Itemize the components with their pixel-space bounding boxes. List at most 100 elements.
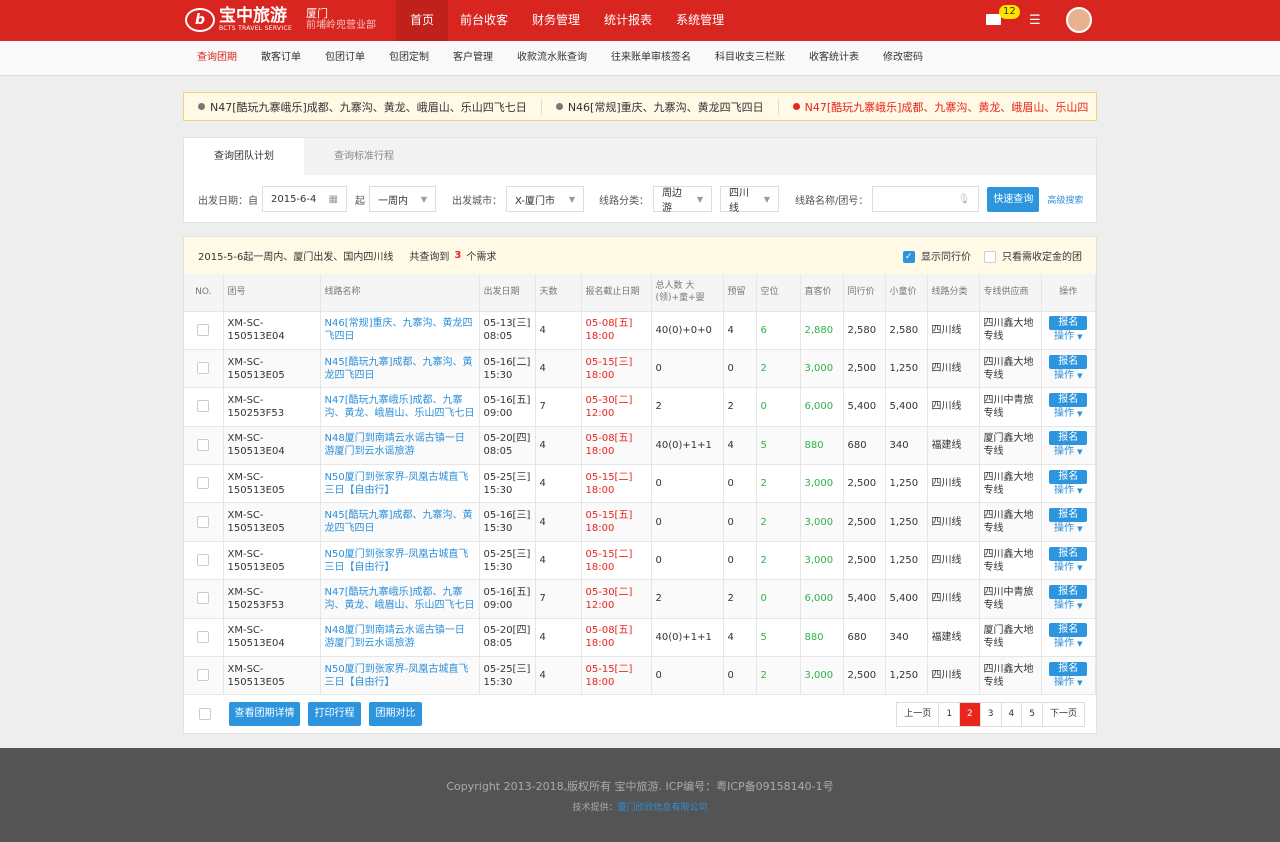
category-select[interactable]: 周边游 ▼ xyxy=(653,186,712,214)
subnav-item[interactable]: 包团定制 xyxy=(377,41,441,75)
nav-home[interactable]: 首页 xyxy=(396,0,449,41)
row-checkbox[interactable] xyxy=(197,477,210,490)
subnav-item[interactable]: 科目收支三栏账 xyxy=(703,41,797,75)
subnav-item[interactable]: 客户管理 xyxy=(441,41,505,75)
row-checkbox[interactable] xyxy=(197,515,210,528)
tech-label: 技术提供： xyxy=(572,803,618,813)
route-name-link[interactable]: N50厦门到张家界-凤凰古城直飞三日【自由行】 xyxy=(325,664,469,688)
menu-list-icon[interactable]: ☰ xyxy=(1029,14,1041,27)
row-checkbox[interactable] xyxy=(197,323,210,336)
show-peer-price-checkbox[interactable]: ✓ 显示同行价 xyxy=(902,248,971,263)
route-name-link[interactable]: N45[酷玩九寨]成都、九寨沟、黄龙四飞四日 xyxy=(325,510,473,534)
tab-standard-itinerary[interactable]: 查询标准行程 xyxy=(304,138,424,175)
tab-group-plan[interactable]: 查询团队计划 xyxy=(184,138,304,175)
operations-dropdown[interactable]: 操作 ▼ xyxy=(1054,446,1083,457)
signup-button[interactable]: 报名 xyxy=(1049,623,1088,638)
avatar[interactable] xyxy=(1066,7,1092,33)
signup-button[interactable]: 报名 xyxy=(1049,392,1088,407)
row-checkbox[interactable] xyxy=(197,592,210,605)
line-select[interactable]: 四川线 ▼ xyxy=(720,186,779,214)
deadline-date: 05-08[五] xyxy=(585,433,633,445)
route-name-link[interactable]: N47[酷玩九寨峨乐]成都、九寨沟、黄龙、峨眉山、乐山四飞七日 xyxy=(325,395,475,419)
route-name-link[interactable]: N50厦门到张家界-凤凰古城直飞三日【自由行】 xyxy=(325,549,469,573)
subnav-item[interactable]: 散客订单 xyxy=(249,41,313,75)
table-cell: 2,580 xyxy=(843,310,886,350)
route-name-link[interactable]: N50厦门到张家界-凤凰古城直飞三日【自由行】 xyxy=(325,472,469,496)
prev-page[interactable]: 上一页 xyxy=(897,703,940,726)
signup-button[interactable]: 报名 xyxy=(1049,431,1088,446)
subnav-item[interactable]: 修改密码 xyxy=(871,41,935,75)
operations-dropdown[interactable]: 操作 ▼ xyxy=(1054,638,1083,649)
route-name-link[interactable]: N48厦门到南靖云水谣古镇一日游厦门到云水谣旅游 xyxy=(325,433,465,457)
subnav-item[interactable]: 收款流水账查询 xyxy=(505,41,599,75)
page-3[interactable]: 3 xyxy=(980,703,1002,726)
tech-company-link[interactable]: 厦门欣欣信息有限公司 xyxy=(618,803,708,813)
print-itinerary-button[interactable]: 打印行程 xyxy=(308,702,361,726)
mail-icon[interactable] xyxy=(986,14,1001,25)
signup-button[interactable]: 报名 xyxy=(1049,469,1088,484)
table-cell: 4 xyxy=(723,617,757,657)
row-checkbox[interactable] xyxy=(197,669,210,682)
name-input[interactable]: 🎙 xyxy=(872,186,980,212)
page-2[interactable]: 2 xyxy=(960,703,981,726)
row-checkbox[interactable] xyxy=(197,362,210,375)
operations-dropdown[interactable]: 操作 ▼ xyxy=(1054,523,1083,534)
row-checkbox[interactable] xyxy=(197,400,210,413)
signup-button[interactable]: 报名 xyxy=(1049,354,1088,369)
signup-button[interactable]: 报名 xyxy=(1049,584,1088,599)
nav-front-desk[interactable]: 前台收客 xyxy=(448,0,520,41)
quick-search-button[interactable]: 快速查询 xyxy=(987,186,1040,212)
select-all-checkbox[interactable] xyxy=(199,708,211,720)
reserved: 0 xyxy=(727,516,734,528)
signup-button[interactable]: 报名 xyxy=(1049,316,1088,331)
row-checkbox[interactable] xyxy=(197,438,210,451)
row-checkbox[interactable] xyxy=(197,554,210,567)
advanced-search-link[interactable]: 高级搜索 xyxy=(1047,193,1083,206)
microphone-icon[interactable]: 🎙 xyxy=(958,194,971,205)
signup-button[interactable]: 报名 xyxy=(1049,661,1088,676)
nav-system[interactable]: 系统管理 xyxy=(664,0,736,41)
column-header[interactable]: 空位 xyxy=(756,274,801,311)
operations-dropdown[interactable]: 操作 ▼ xyxy=(1054,408,1083,419)
city-select[interactable]: X-厦门市 ▼ xyxy=(506,186,584,212)
operations-dropdown[interactable]: 操作 ▼ xyxy=(1054,600,1083,611)
row-checkbox[interactable] xyxy=(197,630,210,643)
subnav-item[interactable]: 查询团期 xyxy=(185,41,249,75)
column-header[interactable]: 天数 xyxy=(535,274,582,311)
page-4[interactable]: 4 xyxy=(1001,703,1023,726)
page-1[interactable]: 1 xyxy=(939,703,961,726)
signup-button[interactable]: 报名 xyxy=(1049,508,1088,523)
table-cell: 7 xyxy=(535,387,582,427)
next-page[interactable]: 下一页 xyxy=(1042,703,1084,726)
operations-dropdown[interactable]: 操作 ▼ xyxy=(1054,677,1083,688)
route-name-link[interactable]: N46[常规]重庆、九寨沟、黄龙四飞四日 xyxy=(325,318,473,342)
logo[interactable]: b 宝中旅游 BCTS TRAVEL SERVICE xyxy=(185,7,292,32)
page-5[interactable]: 5 xyxy=(1022,703,1043,726)
route-name-link[interactable]: N45[酷玩九寨]成都、九寨沟、黄龙四飞四日 xyxy=(325,357,473,381)
date-input[interactable]: 2015-6-4 ▦ xyxy=(262,186,347,212)
route-name-link[interactable]: N47[酷玩九寨峨乐]成都、九寨沟、黄龙、峨眉山、乐山四飞七日 xyxy=(325,587,475,611)
range-select[interactable]: 一周内 ▼ xyxy=(369,186,436,212)
ticker-item[interactable]: N46[常规]重庆、九寨沟、黄龙四飞四日 xyxy=(555,98,779,115)
operations-dropdown[interactable]: 操作 ▼ xyxy=(1054,331,1083,342)
table-cell: 05-15[二] 18:00 xyxy=(581,540,652,580)
view-details-button[interactable]: 查看团期详情 xyxy=(229,702,300,726)
route-name-link[interactable]: N48厦门到南靖云水谣古镇一日游厦门到云水谣旅游 xyxy=(325,625,465,649)
table-footer: 查看团期详情 打印行程 团期对比 上一页 1 2 3 4 5 下一页 xyxy=(184,694,1096,733)
calendar-icon[interactable]: ▦ xyxy=(329,194,338,205)
signup-button[interactable]: 报名 xyxy=(1049,546,1088,561)
only-deposit-checkbox[interactable]: 只看需收定金的团 xyxy=(983,248,1082,263)
subnav-item[interactable]: 收客统计表 xyxy=(797,41,871,75)
depart-date: 05-13[三] xyxy=(483,318,531,330)
subnav-item[interactable]: 往来账单审核签名 xyxy=(599,41,703,75)
operations-dropdown[interactable]: 操作 ▼ xyxy=(1054,485,1083,496)
nav-reports[interactable]: 统计报表 xyxy=(592,0,664,41)
ticker-item[interactable]: N47[酷玩九寨峨乐]成都、九寨沟、黄龙、峨眉山、乐山四飞七日 xyxy=(198,98,542,115)
nav-finance[interactable]: 财务管理 xyxy=(520,0,592,41)
subnav-item[interactable]: 包团订单 xyxy=(313,41,377,75)
ticker-item[interactable]: N47[酷玩九寨峨乐]成都、九寨沟、黄龙、峨眉山、乐山四 xyxy=(792,99,1096,115)
table-cell: XM-SC-150513E05 xyxy=(223,540,321,580)
operations-dropdown[interactable]: 操作 ▼ xyxy=(1054,562,1083,573)
operations-dropdown[interactable]: 操作 ▼ xyxy=(1054,370,1083,381)
compare-button[interactable]: 团期对比 xyxy=(369,702,422,726)
